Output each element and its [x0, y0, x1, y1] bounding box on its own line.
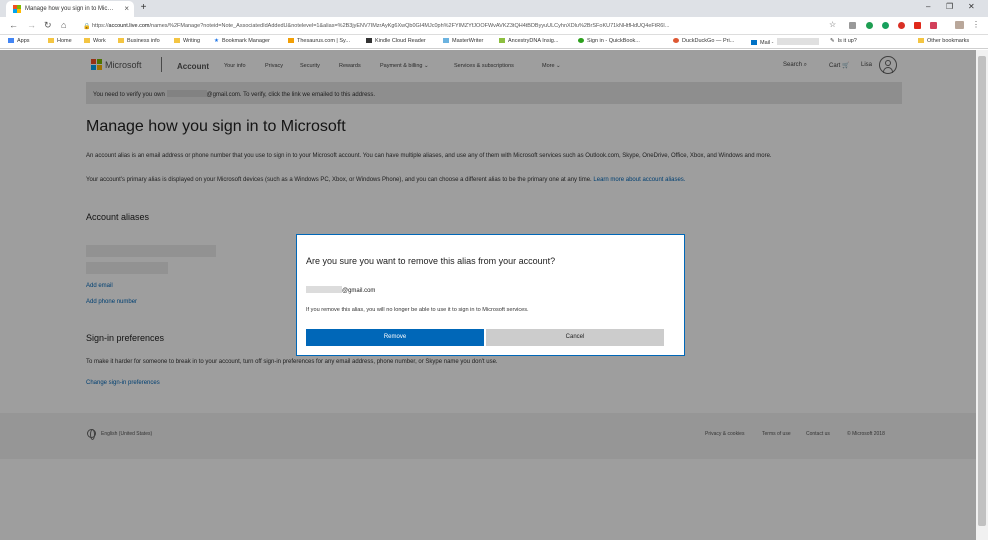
address-bar[interactable]: 🔒 https://account.live.com/names/%2FManag…	[80, 20, 824, 33]
menu-icon[interactable]: ⋮	[972, 20, 980, 29]
bookmark-duckduckgo[interactable]: DuckDuckGo — Pri...	[673, 38, 734, 44]
bookmark-other[interactable]: Other bookmarks	[918, 38, 969, 44]
browser-window: Manage how you sign in to Mic… × + – ❐ ✕…	[0, 0, 988, 540]
bookmark-manager[interactable]: ★ Bookmark Manager	[214, 38, 270, 44]
home-icon[interactable]: ⌂	[61, 20, 66, 30]
extension-icon[interactable]	[866, 22, 873, 29]
mail-icon	[751, 40, 757, 45]
minimize-button[interactable]: –	[926, 2, 930, 11]
restore-button[interactable]: ❐	[946, 2, 953, 11]
url-prefix: https://	[92, 23, 109, 29]
star-icon: ★	[214, 38, 219, 44]
url-rest: /names/%2FManage?noteid=Note_AssociatedI…	[149, 23, 670, 29]
masterwriter-icon	[443, 38, 449, 43]
bookmarks-bar: Apps Home Work Business info Writing ★ Bo…	[0, 35, 988, 49]
new-tab-button[interactable]: +	[138, 3, 149, 14]
folder-icon	[118, 38, 124, 43]
folder-icon	[174, 38, 180, 43]
bookmark-thesaurus[interactable]: Thesaurus.com | Sy...	[288, 38, 350, 44]
extension-icon[interactable]	[898, 22, 905, 29]
kindle-icon	[366, 38, 372, 43]
redacted-email	[306, 286, 342, 293]
extension-icon[interactable]	[930, 22, 937, 29]
apps-icon	[8, 38, 14, 43]
page-scrollbar[interactable]	[976, 50, 988, 540]
lock-icon: 🔒	[83, 24, 91, 30]
bookmark-ancestry[interactable]: AncestryDNA Insig...	[499, 38, 558, 44]
page-content: Microsoft Account Your info Privacy Secu…	[0, 50, 976, 540]
dialog-title: Are you sure you want to remove this ali…	[306, 256, 556, 266]
remove-alias-dialog: Are you sure you want to remove this ali…	[296, 234, 685, 356]
bookmark-writing[interactable]: Writing	[174, 38, 200, 44]
bookmark-business-info[interactable]: Business info	[118, 38, 160, 44]
forward-icon[interactable]: →	[27, 20, 36, 30]
bookmark-star-icon[interactable]: ☆	[829, 20, 836, 29]
extension-icon[interactable]	[914, 22, 921, 29]
browser-toolbar: ← → ↻ ⌂ 🔒 https://account.live.com/names/…	[0, 17, 988, 35]
reload-icon[interactable]: ↻	[44, 20, 52, 31]
url-host: account.live.com	[108, 23, 150, 29]
bookmark-quickbooks[interactable]: Sign in - QuickBook...	[578, 38, 640, 44]
quickbooks-icon	[578, 38, 584, 43]
bookmark-masterwriter[interactable]: MasterWriter	[443, 38, 483, 44]
pencil-icon: ✎	[830, 38, 835, 44]
tab-title: Manage how you sign in to Mic…	[25, 6, 114, 12]
bookmark-home[interactable]: Home	[48, 38, 72, 44]
duckduckgo-icon	[673, 38, 679, 43]
bookmark-isitup[interactable]: ✎ Is it up?	[830, 38, 857, 44]
dialog-message: If you remove this alias, you will no lo…	[306, 307, 529, 313]
bookmark-work[interactable]: Work	[84, 38, 106, 44]
tab-strip: Manage how you sign in to Mic… × + – ❐ ✕	[0, 0, 988, 17]
close-window-button[interactable]: ✕	[968, 2, 975, 11]
profile-avatar-icon[interactable]	[955, 21, 964, 29]
cancel-button[interactable]: Cancel	[486, 329, 664, 346]
tab-close-icon[interactable]: ×	[124, 4, 129, 13]
folder-icon	[84, 38, 90, 43]
bookmark-kindle[interactable]: Kindle Cloud Reader	[366, 38, 426, 44]
bookmark-mail[interactable]: Mail -	[751, 38, 820, 46]
extension-icon[interactable]	[849, 22, 856, 29]
browser-tab[interactable]: Manage how you sign in to Mic… ×	[6, 1, 134, 17]
scrollbar-thumb[interactable]	[978, 56, 986, 526]
folder-icon	[48, 38, 54, 43]
redacted-text	[777, 38, 820, 45]
folder-icon	[918, 38, 924, 43]
microsoft-favicon-icon	[13, 5, 21, 13]
thesaurus-icon	[288, 38, 294, 43]
back-icon[interactable]: ←	[9, 20, 18, 30]
ancestry-icon	[499, 38, 505, 43]
extension-icon[interactable]	[882, 22, 889, 29]
remove-button[interactable]: Remove	[306, 329, 484, 346]
bookmark-apps[interactable]: Apps	[8, 38, 30, 44]
dialog-email: @gmail.com	[306, 286, 375, 294]
